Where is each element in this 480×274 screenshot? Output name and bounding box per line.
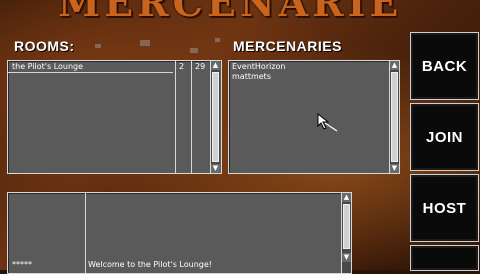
scroll-thumb[interactable] <box>212 72 219 162</box>
room-player-count: 2 <box>179 62 185 71</box>
rooms-scrollbar[interactable]: ▲ ▼ <box>210 61 220 173</box>
room-row[interactable]: the Pilot's Lounge 2 29 <box>8 61 211 72</box>
room-name: the Pilot's Lounge <box>12 62 84 71</box>
chat-log[interactable]: ***** Welcome to the Pilot's Lounge! ▲ ▼ <box>7 192 352 274</box>
scroll-down-icon[interactable]: ▼ <box>342 253 351 262</box>
scroll-up-icon[interactable]: ▲ <box>211 61 220 70</box>
mercenaries-heading: MERCENARIES <box>233 38 342 54</box>
column-divider <box>85 193 86 273</box>
game-title: MERCENARIES <box>58 0 398 20</box>
rooms-heading: ROOMS: <box>14 38 75 54</box>
scroll-up-icon[interactable]: ▲ <box>342 193 351 202</box>
scroll-thumb[interactable] <box>391 72 398 162</box>
scroll-thumb[interactable] <box>343 204 350 249</box>
host-button[interactable]: HOST <box>410 174 479 242</box>
debris <box>190 48 198 53</box>
column-divider <box>175 61 176 173</box>
column-divider <box>191 61 192 173</box>
join-button[interactable]: JOIN <box>410 103 479 171</box>
debris <box>140 40 150 46</box>
scroll-down-icon[interactable]: ▼ <box>211 164 220 173</box>
rooms-list[interactable]: the Pilot's Lounge 2 29 ▲ ▼ <box>7 60 222 174</box>
chat-sender: ***** <box>12 260 32 269</box>
chat-scrollbar[interactable]: ▲ ▼ <box>341 193 351 273</box>
mercenaries-list[interactable]: EventHorizon mattmets ▲ ▼ <box>228 60 400 174</box>
scroll-down-icon[interactable]: ▼ <box>390 164 399 173</box>
mercenary-name[interactable]: mattmets <box>232 72 271 81</box>
back-button[interactable]: BACK <box>410 32 479 100</box>
menu-button[interactable] <box>410 245 479 271</box>
debris <box>215 38 220 42</box>
chat-message: Welcome to the Pilot's Lounge! <box>88 260 212 269</box>
row-divider <box>8 72 173 73</box>
scroll-up-icon[interactable]: ▲ <box>390 61 399 70</box>
arrow-cursor-icon <box>317 113 338 132</box>
room-capacity: 29 <box>195 62 206 71</box>
debris <box>95 44 101 48</box>
mercenary-name[interactable]: EventHorizon <box>232 62 286 71</box>
mercenaries-scrollbar[interactable]: ▲ ▼ <box>389 61 399 173</box>
